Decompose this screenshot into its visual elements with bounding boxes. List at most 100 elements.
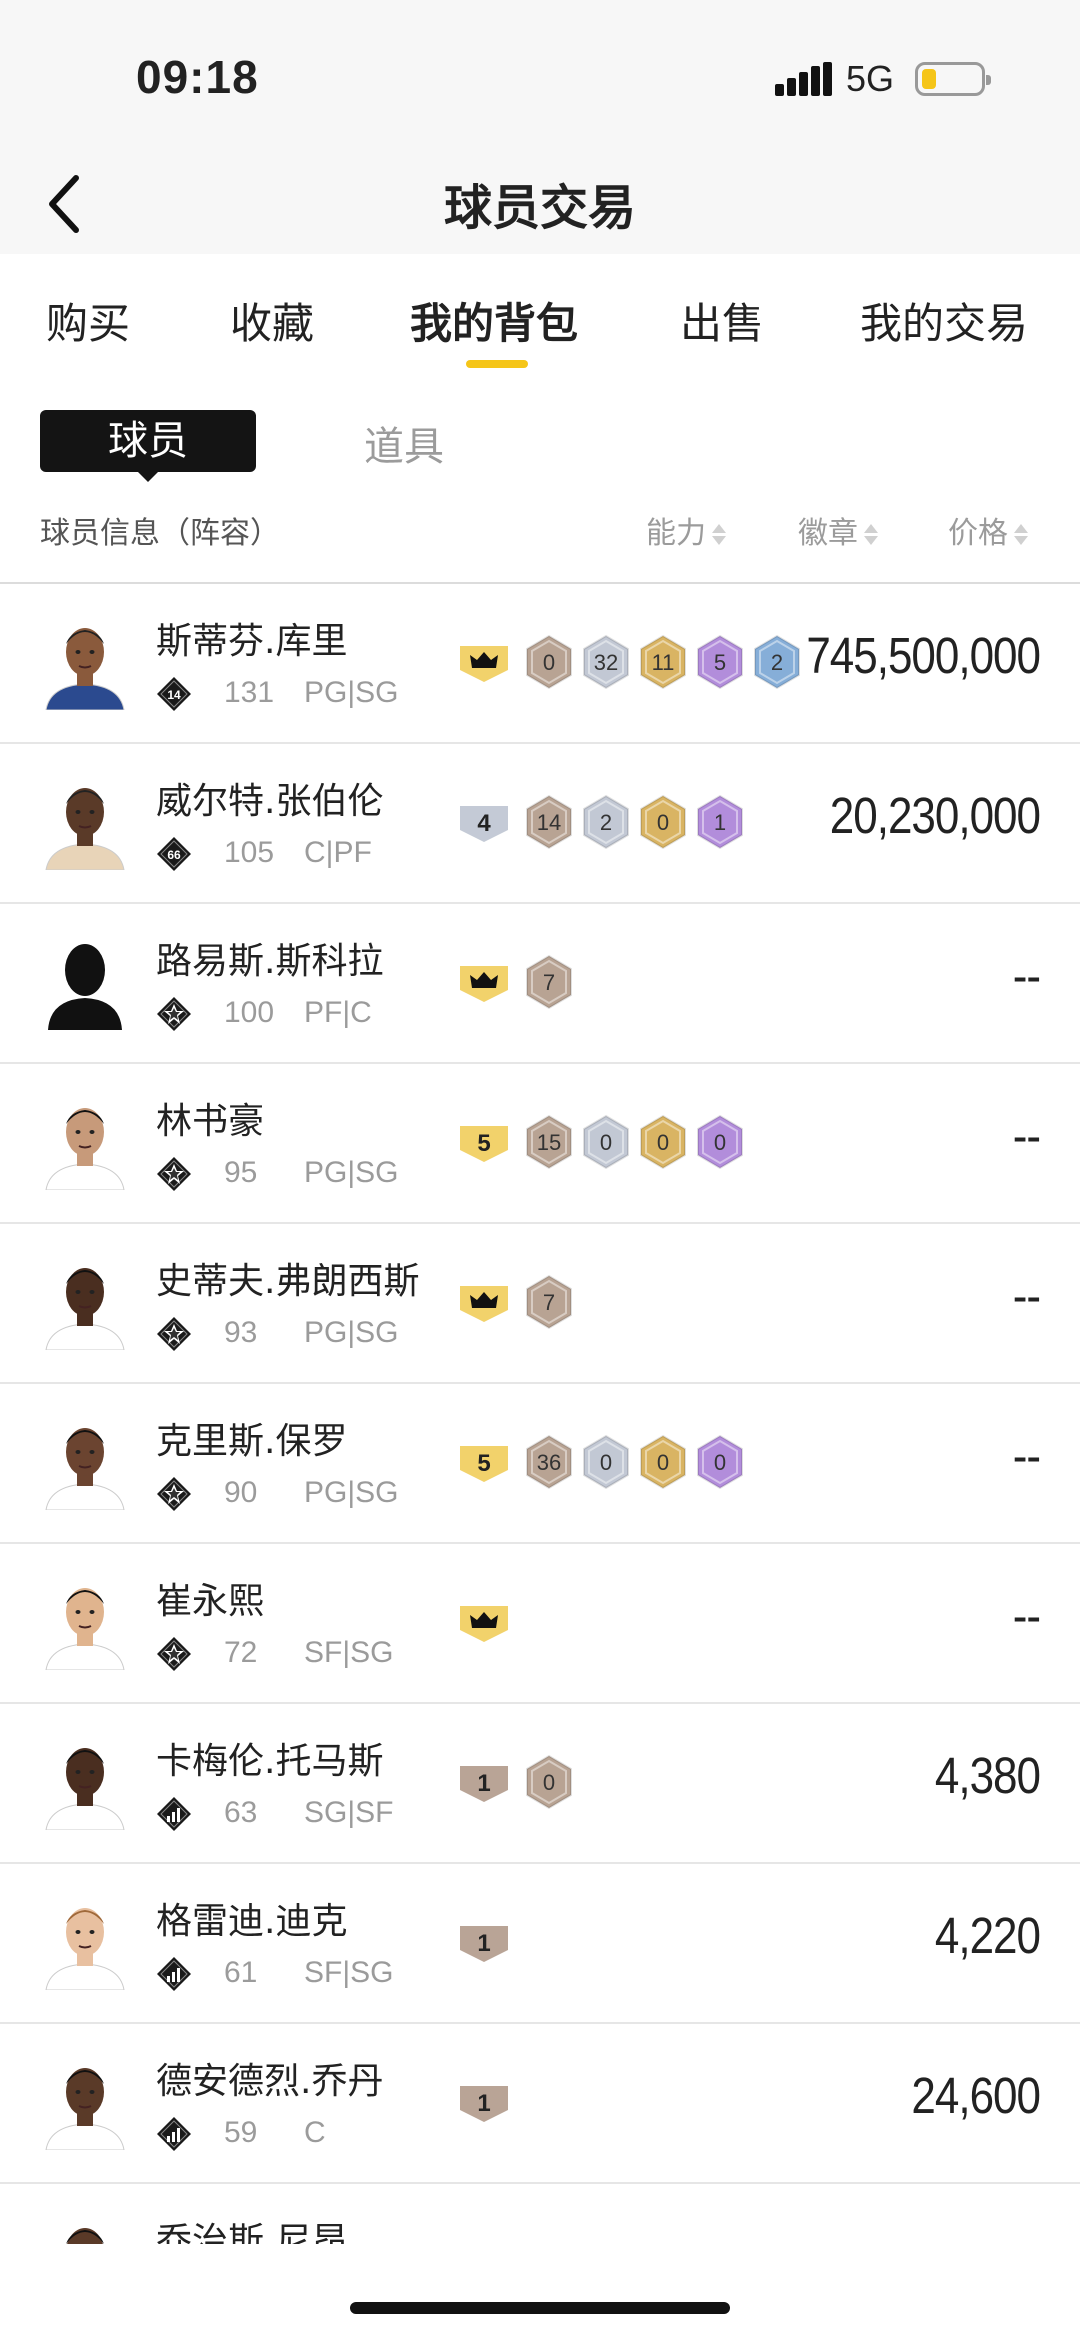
ability-badges: 1: [458, 2074, 524, 2130]
badge-count-hexagon: 0: [638, 1434, 688, 1490]
player-avatar: [40, 2214, 130, 2244]
column-badges[interactable]: 徽章: [798, 508, 878, 552]
svg-text:1: 1: [477, 2090, 490, 2117]
tier-badge-icon: [156, 996, 192, 1032]
player-rating: 100: [224, 996, 275, 1029]
ability-level-badge: 1: [458, 2080, 510, 2124]
player-rating: 59: [224, 2116, 258, 2149]
battery-icon: [915, 62, 991, 96]
player-list: 斯蒂芬.库里 14 131 PG|SG 0 32 11 5 2 745,500,000 威尔特.张…: [0, 584, 1080, 2244]
player-avatar: [40, 1574, 130, 1670]
player-row[interactable]: 斯蒂芬.库里 14 131 PG|SG 0 32 11 5 2 745,500,000: [0, 584, 1080, 744]
player-row[interactable]: 威尔特.张伯伦 66 105 C|PF 4 14 2 0 1 20,230,000: [0, 744, 1080, 904]
svg-text:0: 0: [714, 1450, 726, 1475]
player-row[interactable]: 史蒂夫.弗朗西斯 93 PG|SG 7 --: [0, 1224, 1080, 1384]
player-row[interactable]: 林书豪 95 PG|SG 5 15 0 0 0 --: [0, 1064, 1080, 1224]
svg-text:0: 0: [600, 1450, 612, 1475]
badge-count-hexagon: 0: [581, 1114, 631, 1170]
column-ability[interactable]: 能力: [646, 508, 726, 552]
player-price: --: [1012, 1268, 1041, 1325]
crown-level-icon: [458, 640, 510, 684]
ability-badges: 4 14 2 0 1: [458, 794, 752, 850]
badge-count-hexagon: 0: [581, 1434, 631, 1490]
player-row[interactable]: 格雷迪.迪克 61 SF|SG 1 4,220: [0, 1864, 1080, 2024]
player-position: PG|SG: [304, 1476, 399, 1509]
player-name: 崔永熙: [156, 1581, 265, 1622]
badge-count-hexagon: 14: [524, 794, 574, 850]
player-rating: 61: [224, 1956, 258, 1989]
badge-count-hexagon: 0: [524, 634, 574, 690]
page-title: 球员交易: [443, 180, 636, 236]
tab-buy[interactable]: 购买: [46, 290, 130, 351]
player-row[interactable]: 崔永熙 72 SF|SG --: [0, 1544, 1080, 1704]
badge-count-hexagon: 2: [581, 794, 631, 850]
tab-my-backpack[interactable]: 我的背包: [410, 290, 578, 351]
player-rating: 93: [224, 1316, 258, 1349]
badge-count-hexagon: 0: [638, 794, 688, 850]
ability-level-badge: 1: [458, 1760, 510, 1804]
column-price[interactable]: 价格: [948, 508, 1028, 552]
player-row[interactable]: 乔治斯.尼昂: [0, 2184, 1080, 2244]
active-tab-indicator: [466, 360, 528, 368]
segment-players[interactable]: 球员: [40, 410, 256, 472]
ability-badges: 7: [458, 1274, 581, 1330]
svg-text:5: 5: [714, 650, 726, 675]
badge-count-hexagon: 15: [524, 1114, 574, 1170]
player-price: 4,380: [934, 1748, 1041, 1805]
badge-count-hexagon: 0: [695, 1114, 745, 1170]
player-name: 史蒂夫.弗朗西斯: [156, 1261, 420, 1302]
player-row[interactable]: 路易斯.斯科拉 100 PF|C 7 --: [0, 904, 1080, 1064]
ability-level-badge: 5: [458, 1120, 510, 1164]
svg-text:0: 0: [657, 1450, 669, 1475]
player-price: 745,500,000: [806, 628, 1041, 685]
player-price: --: [1012, 1108, 1041, 1165]
tier-badge-icon: [156, 1796, 192, 1832]
player-price: 20,230,000: [829, 788, 1041, 845]
player-price: --: [1012, 1588, 1041, 1645]
tab-my-trades[interactable]: 我的交易: [860, 290, 1028, 351]
tier-badge-icon: [156, 2116, 192, 2152]
column-badges-label: 徽章: [798, 516, 858, 551]
badge-count-hexagon: 2: [752, 634, 802, 690]
nav-header: 球员交易: [0, 150, 1080, 254]
player-avatar: [40, 1414, 130, 1510]
column-ability-label: 能力: [646, 516, 706, 551]
player-avatar: [40, 774, 130, 870]
player-position: PG|SG: [304, 1156, 399, 1189]
player-name: 乔治斯.尼昂: [156, 2221, 348, 2244]
player-position: C|PF: [304, 836, 372, 869]
ability-level-badge: 5: [458, 1440, 510, 1484]
tab-sell[interactable]: 出售: [680, 290, 764, 351]
tier-badge-icon: [156, 1156, 192, 1192]
player-row[interactable]: 克里斯.保罗 90 PG|SG 5 36 0 0 0 --: [0, 1384, 1080, 1544]
ability-badges: 0 32 11 5 2: [458, 634, 809, 690]
player-position: SG|SF: [304, 1796, 394, 1829]
player-avatar: [40, 1734, 130, 1830]
network-type: 5G: [846, 58, 895, 99]
badge-count-hexagon: 11: [638, 634, 688, 690]
status-time: 09:18: [136, 51, 259, 103]
svg-text:14: 14: [537, 810, 561, 835]
ability-badges: [458, 1594, 524, 1650]
svg-text:5: 5: [477, 1130, 490, 1157]
ability-badges: 1: [458, 1914, 524, 1970]
svg-text:7: 7: [543, 1290, 555, 1315]
tab-favorites[interactable]: 收藏: [230, 290, 314, 351]
svg-text:0: 0: [657, 1130, 669, 1155]
player-price: 24,600: [911, 2068, 1041, 2125]
crown-level-icon: [458, 1600, 510, 1644]
svg-text:5: 5: [477, 1450, 490, 1477]
segment-items[interactable]: 道具: [364, 414, 444, 472]
player-price: 4,220: [934, 1908, 1041, 1965]
player-avatar: [40, 1094, 130, 1190]
tier-badge-icon: [156, 1956, 192, 1992]
player-row[interactable]: 德安德烈.乔丹 59 C 1 24,600: [0, 2024, 1080, 2184]
player-rating: 105: [224, 836, 275, 869]
badge-count-hexagon: 7: [524, 1274, 574, 1330]
tier-badge-icon: [156, 1476, 192, 1512]
tab-bar: 购买 收藏 我的背包 出售 我的交易: [0, 254, 1080, 374]
svg-text:0: 0: [600, 1130, 612, 1155]
player-avatar: [40, 2054, 130, 2150]
player-row[interactable]: 卡梅伦.托马斯 63 SG|SF 1 0 4,380: [0, 1704, 1080, 1864]
crown-level-icon: [458, 1280, 510, 1324]
